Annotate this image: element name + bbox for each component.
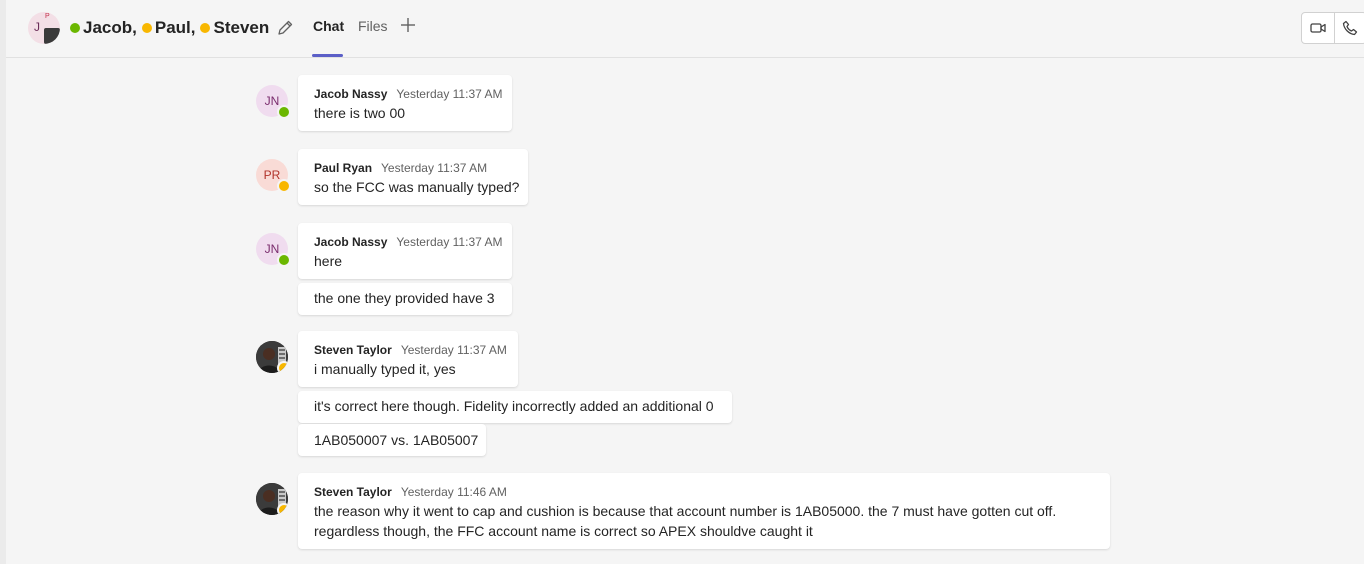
away-status-icon xyxy=(200,23,211,33)
tab-files[interactable]: Files xyxy=(358,18,388,34)
message-author: Jacob Nassy xyxy=(314,87,388,101)
avatar[interactable] xyxy=(256,483,288,515)
message-timestamp: Yesterday 11:37 AM xyxy=(381,161,488,175)
participant-name: Jacob, xyxy=(83,18,137,37)
message-followup-bubble[interactable]: 1AB050007 vs. 1AB05007 xyxy=(298,424,486,456)
tab-chat[interactable]: Chat xyxy=(313,18,344,34)
message-author: Jacob Nassy xyxy=(314,235,388,249)
group-avatar[interactable]: J P xyxy=(28,12,60,44)
away-status-icon xyxy=(277,503,288,515)
chat-header: J P Jacob, Paul, Steven Chat Files xyxy=(6,0,1364,58)
participant-steven[interactable]: Steven xyxy=(200,18,269,38)
message-bubble[interactable]: Jacob Nassy Yesterday 11:37 AM there is t… xyxy=(298,75,512,131)
away-status-icon xyxy=(277,179,291,193)
add-tab-icon[interactable] xyxy=(399,16,417,34)
message-author: Steven Taylor xyxy=(314,343,392,357)
avatar[interactable]: JN xyxy=(256,85,291,119)
avatar-initials: PR xyxy=(263,168,281,182)
message-text: there is two 00 xyxy=(314,105,406,121)
message-timestamp: Yesterday 11:37 AM xyxy=(396,235,503,249)
group-avatar-letter-main: J xyxy=(34,20,40,34)
message-text: 1AB050007 vs. 1AB05007 xyxy=(314,432,479,448)
video-call-icon xyxy=(1310,23,1326,33)
participant-paul[interactable]: Paul, xyxy=(141,18,196,38)
avatar[interactable]: PR xyxy=(256,159,291,193)
message-followup-bubble[interactable]: it's correct here though. Fidelity incor… xyxy=(298,391,732,423)
message-header: Steven Taylor Yesterday 11:37 AM xyxy=(314,343,507,357)
message-followup-bubble[interactable]: the one they provided have 3 xyxy=(298,283,512,315)
call-buttons xyxy=(1301,12,1364,44)
chat-title[interactable]: Jacob, Paul, Steven xyxy=(70,16,294,40)
group-avatar-letter-secondary: P xyxy=(45,13,50,20)
participant-jacob[interactable]: Jacob, xyxy=(70,18,137,38)
message-text: regardless though, the FFC account name … xyxy=(314,523,813,539)
audio-call-button[interactable] xyxy=(1333,13,1364,43)
available-status-icon xyxy=(70,23,80,33)
group-avatar-circle: J P xyxy=(28,12,60,44)
active-tab-indicator xyxy=(312,54,343,57)
message-text: it's correct here though. Fidelity incor… xyxy=(314,398,714,414)
edit-pencil-icon[interactable] xyxy=(276,19,294,37)
message-header: Jacob Nassy Yesterday 11:37 AM xyxy=(314,235,502,249)
participant-name: Paul, xyxy=(154,18,196,37)
message-text: here xyxy=(314,253,343,269)
participant-name: Steven xyxy=(213,18,270,37)
avatar-initials: JN xyxy=(264,242,280,256)
away-status-icon xyxy=(141,23,152,33)
avatar-initials: JN xyxy=(264,94,280,108)
message-header: Steven Taylor Yesterday 11:46 AM xyxy=(314,485,507,499)
message-text: the reason why it went to cap and cushio… xyxy=(314,503,1057,519)
avatar[interactable] xyxy=(256,341,288,373)
message-bubble[interactable]: Jacob Nassy Yesterday 11:37 AM here xyxy=(298,223,512,279)
message-header: Jacob Nassy Yesterday 11:37 AM xyxy=(314,87,502,101)
message-text: i manually typed it, yes xyxy=(314,361,456,377)
message-header: Paul Ryan Yesterday 11:37 AM xyxy=(314,161,487,175)
available-status-icon xyxy=(277,253,291,267)
left-rail-edge xyxy=(0,0,6,564)
message-author: Paul Ryan xyxy=(314,161,373,175)
message-bubble[interactable]: Steven Taylor Yesterday 11:37 AM i manual… xyxy=(298,331,518,387)
audio-call-icon xyxy=(1343,20,1358,36)
away-status-icon xyxy=(277,361,288,373)
message-author: Steven Taylor xyxy=(314,485,392,499)
message-text: the one they provided have 3 xyxy=(314,290,495,306)
avatar[interactable]: JN xyxy=(256,233,291,267)
message-timestamp: Yesterday 11:37 AM xyxy=(396,87,503,101)
message-timestamp: Yesterday 11:46 AM xyxy=(400,485,507,499)
message-bubble[interactable]: Paul Ryan Yesterday 11:37 AM so the FCC w… xyxy=(298,149,528,205)
message-text: so the FCC was manually typed? xyxy=(314,179,520,195)
group-avatar-photo xyxy=(44,28,60,44)
video-call-button[interactable] xyxy=(1302,13,1334,43)
available-status-icon xyxy=(277,105,291,119)
message-timestamp: Yesterday 11:37 AM xyxy=(400,343,507,357)
message-bubble[interactable]: Steven Taylor Yesterday 11:46 AM the reas… xyxy=(298,473,1110,549)
